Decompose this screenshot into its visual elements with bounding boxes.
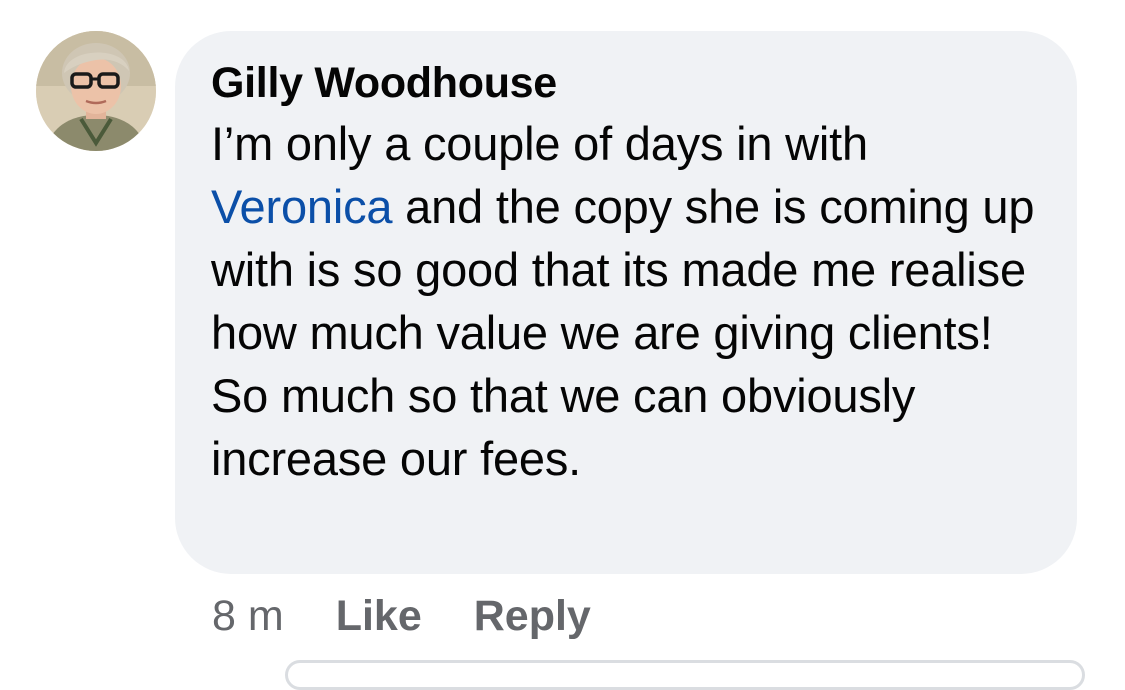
like-button[interactable]: Like [336, 592, 422, 641]
comment-actions: 8 m Like Reply [212, 588, 643, 644]
comment-author[interactable]: Gilly Woodhouse [211, 58, 1041, 108]
comment-text-start: I’m only a couple of days in with [211, 117, 868, 170]
reply-button[interactable]: Reply [474, 592, 591, 641]
comment-text: I’m only a couple of days in with Veroni… [211, 112, 1047, 490]
avatar[interactable] [36, 31, 156, 151]
comment-timestamp[interactable]: 8 m [212, 592, 284, 641]
mention-link[interactable]: Veronica [211, 180, 393, 233]
comment-bubble: Gilly Woodhouse I’m only a couple of day… [175, 31, 1077, 574]
next-comment-box-edge [285, 660, 1085, 690]
profile-photo-icon [36, 31, 156, 151]
